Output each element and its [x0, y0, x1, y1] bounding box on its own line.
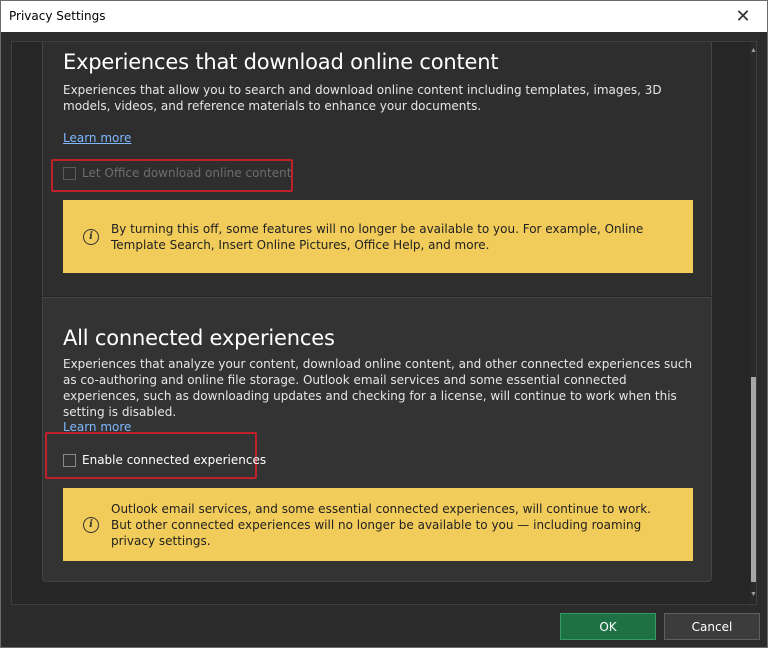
chevron-up-icon[interactable]: ▲ [750, 44, 756, 56]
download-content-section: Experiences that download online content… [42, 42, 712, 296]
connected-experiences-checkbox-row[interactable]: Enable connected experiences [63, 453, 266, 467]
warning-banner: i By turning this off, some features wil… [63, 200, 693, 273]
warning-text: By turning this off, some features will … [111, 221, 644, 252]
cancel-button[interactable]: Cancel [664, 613, 760, 640]
section-heading: Experiences that download online content [63, 50, 499, 74]
title-bar: Privacy Settings ✕ [1, 1, 767, 32]
info-icon: i [83, 228, 99, 245]
learn-more-link[interactable]: Learn more [63, 131, 131, 145]
section-heading: All connected experiences [63, 326, 335, 350]
scrollbar-thumb[interactable] [751, 377, 756, 582]
section-description: Experiences that allow you to search and… [63, 83, 662, 113]
connected-experiences-section: All connected experiences Experiences th… [42, 297, 712, 582]
dialog-title: Privacy Settings [9, 9, 106, 23]
connected-experiences-checkbox[interactable] [63, 453, 76, 467]
chevron-down-icon[interactable]: ▼ [750, 588, 756, 600]
close-icon[interactable]: ✕ [721, 1, 765, 31]
ok-button[interactable]: OK [560, 613, 656, 640]
download-content-checkbox[interactable] [63, 166, 76, 180]
warning-banner: i Outlook email services, and some essen… [63, 488, 693, 561]
privacy-settings-dialog: Privacy Settings ✕ Experiences that down… [0, 0, 768, 648]
vertical-scrollbar[interactable]: ▲ ▼ [750, 42, 756, 604]
dialog-footer: OK Cancel [1, 605, 767, 647]
warning-text: Outlook email services, and some essenti… [111, 501, 651, 548]
info-icon: i [83, 516, 99, 533]
download-content-checkbox-row[interactable]: Let Office download online content [63, 166, 291, 180]
section-description: Experiences that analyze your content, d… [63, 357, 693, 419]
settings-scroll-area: Experiences that download online content… [11, 41, 757, 605]
checkbox-label: Let Office download online content [82, 166, 292, 180]
checkbox-label: Enable connected experiences [82, 453, 267, 467]
